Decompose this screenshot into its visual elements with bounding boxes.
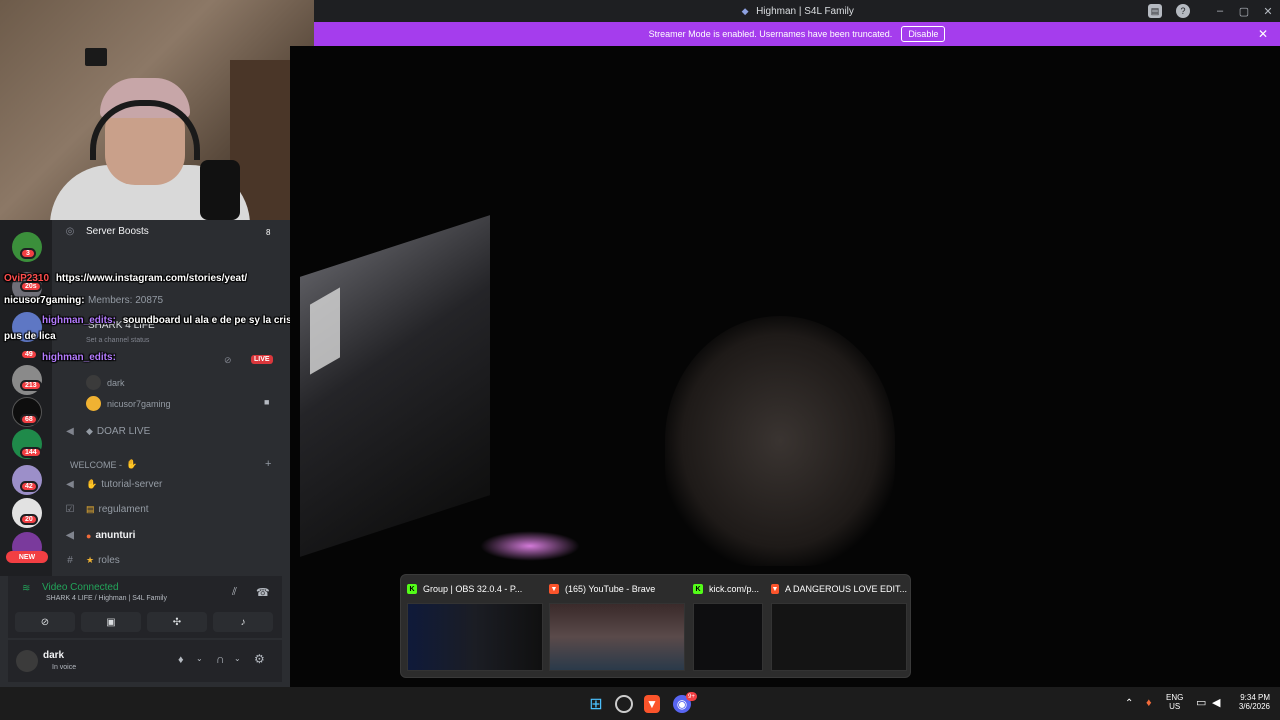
camera-off-icon: ⊘ [40,616,50,628]
kick-icon: K [407,584,417,594]
volume-icon[interactable]: ◀ [1212,696,1220,709]
avatar [86,396,101,411]
microphone-icon[interactable]: ♦ [1146,697,1152,709]
maximize-button[interactable]: ▢ [1234,3,1254,19]
preview-dangerous-love[interactable]: ▼ A DANGEROUS LOVE EDIT... [771,581,907,673]
banner-text: Streamer Mode is enabled. Usernames have… [648,29,893,39]
soundboard-button[interactable]: ♪ [213,612,273,632]
channel-tutorial[interactable]: ◀ ✋ tutorial-server [62,479,162,490]
close-window-button[interactable]: ✕ [1258,3,1278,19]
category-welcome[interactable]: WELCOME - ✋ [70,459,137,470]
windows-start-icon[interactable]: ⊞ [585,693,607,715]
chat-message: OviP2310 https://www.instagram.com/stori… [4,273,248,284]
user-panel: dark In voice ♦ ⌄ ∩ ⌄ ⚙ [8,640,282,682]
kick-icon: K [693,584,703,594]
wave-icon: ✋ [126,459,138,469]
discord-icon: ◆ [741,5,749,16]
chevron-up-icon[interactable]: ⌃ [1125,698,1133,709]
clock[interactable]: 9:34 PM 3/6/2026 [1230,693,1270,711]
taskbar-previews: K Group | OBS 32.0.4 - P... ▼ (165) YouTub… [400,574,911,678]
disconnect-icon[interactable]: ☎ [256,586,270,599]
discord-badge: 9+ [686,692,697,701]
inbox-icon[interactable]: ▤ [1148,4,1162,18]
server-badge: 20 [20,514,38,525]
camera-off-button[interactable]: ⊘ [15,612,75,632]
disable-streamer-mode-button[interactable]: Disable [901,26,946,42]
voice-user[interactable]: nicusor7gaming [86,396,171,411]
brave-icon: ▼ [771,584,779,594]
announcement-icon: ◀ [66,479,74,490]
server-badge: 49 [20,349,38,360]
channel-anunturi[interactable]: ◀ ● anunturi [62,530,135,541]
chat-message: nicusor7gaming: [4,295,85,306]
avatar[interactable] [16,650,38,672]
speaker-icon: ◀ [66,426,74,437]
scroll-icon: ▤ [86,504,95,514]
signal-icon: ≋ [22,583,31,594]
preview-obs[interactable]: K Group | OBS 32.0.4 - P... [407,581,543,673]
camera-icon: ■ [264,397,270,407]
chevron-down-icon[interactable]: ⌄ [196,654,203,663]
chat-message: highman_edits: [42,352,116,363]
username: dark [43,650,65,661]
server-boosts-count: 8 [266,228,271,237]
close-icon[interactable]: ✕ [1258,27,1268,41]
user-status: In voice [52,664,77,671]
taskbar: ⊞ ▼ ◉ 9+ ⌃ ♦ ENG US ▭ ◀ 9:34 PM 3/6/2026 [0,687,1280,720]
screen-share-button[interactable]: ▣ [81,612,141,632]
brave-icon[interactable]: ▼ [644,695,660,713]
obs-icon[interactable] [615,695,633,713]
hand-icon: ✋ [86,479,98,489]
hash-icon: # [67,555,73,566]
fire-icon: ● [86,530,92,541]
avatar [86,375,101,390]
preview-kick[interactable]: Kkick.com/p... [693,581,763,673]
boost-icon: ◎ [65,226,75,237]
headphones-icon[interactable]: ∩ [216,652,225,666]
add-channel-icon[interactable]: + [265,458,271,470]
channel-roles[interactable]: # ★ roles [62,555,120,566]
voice-status[interactable]: Video Connected [42,582,119,593]
channel-regulament[interactable]: ☑ ▤ regulament [62,504,149,515]
brave-icon: ▼ [549,584,559,594]
settings-icon[interactable]: ⚙ [254,652,265,666]
live-badge: LIVE [251,355,273,364]
microphone-icon[interactable]: ♦ [178,654,184,666]
network-icon[interactable]: ▭ [1196,696,1206,709]
server-badge: 3 [20,248,36,259]
language-indicator[interactable]: ENG US [1166,693,1183,711]
channel-doar-live[interactable]: ◀ ◆ DOAR LIVE [62,426,150,437]
noise-suppression-icon[interactable]: ⫽ [232,586,237,599]
soundboard-icon: ♪ [240,616,246,628]
activities-icon: ✣ [172,616,182,628]
window-title: Highman | S4L Family [756,5,854,17]
streamer-mode-banner: Streamer Mode is enabled. Usernames have… [314,22,1280,46]
server-badge: 144 [20,447,42,458]
members-count: Members: 20875 [88,295,164,306]
voice-location[interactable]: SHARK 4 LIFE / Highman | S4L Family [46,595,167,602]
server-boosts-item[interactable]: ◎ Server Boosts [62,226,149,237]
voice-connection-panel: ≋ Video Connected SHARK 4 LIFE / Highman… [8,576,282,638]
server-badge: 213 [20,380,42,391]
screen-share-icon: ▣ [106,616,116,628]
chevron-down-icon[interactable]: ⌄ [234,654,241,663]
chat-message: pus de lica [4,331,56,342]
chat-message: highman_edits: soundboard ul ala e de pe… [42,315,301,326]
channel-status[interactable]: Set a channel status [86,337,149,344]
preview-youtube[interactable]: ▼ (165) YouTube - Brave [549,581,685,673]
new-badge: NEW [6,551,48,563]
title-bar: ◆ Highman | S4L Family ▤ ? – ▢ ✕ [314,0,1280,22]
deafened-icon: ⊘ [224,355,232,365]
help-icon[interactable]: ? [1176,4,1190,18]
server-badge: 42 [20,481,38,492]
star-icon: ★ [86,555,95,565]
announcement-icon: ◀ [66,530,74,541]
server-badge: 68 [20,414,38,425]
rules-icon: ☑ [65,504,75,515]
activities-button[interactable]: ✣ [147,612,207,632]
voice-user[interactable]: dark [86,375,125,390]
minimize-button[interactable]: – [1210,3,1230,19]
webcam-overlay [0,0,314,220]
discord-icon: ◆ [86,426,93,436]
